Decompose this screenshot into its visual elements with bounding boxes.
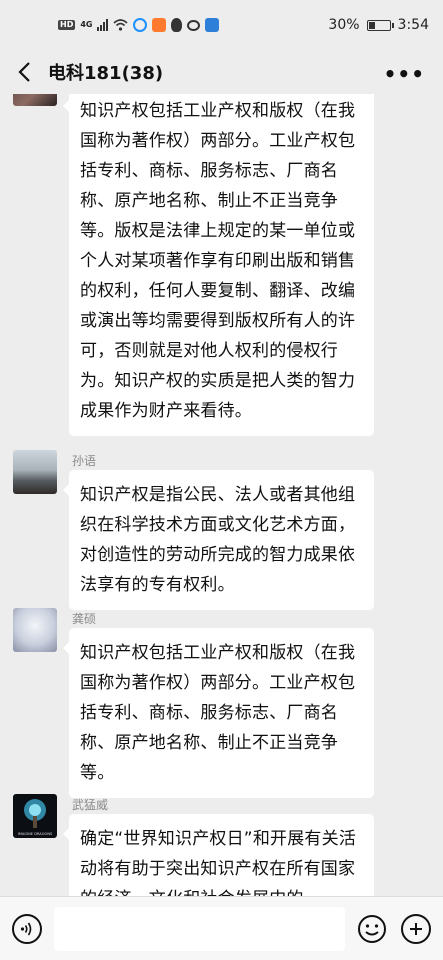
title-bar: 电科181(38) ••• xyxy=(0,50,443,94)
avatar[interactable] xyxy=(13,94,57,106)
message-input[interactable] xyxy=(54,907,345,951)
avatar-caption: IMAGINE DRAGONS xyxy=(18,832,53,836)
sender-name: 武猛威 xyxy=(72,798,109,812)
qq-icon xyxy=(171,18,183,32)
input-bar xyxy=(0,896,443,960)
chat-title: 电科181(38) xyxy=(48,63,164,84)
sender-name: 孙语 xyxy=(72,454,97,468)
hd-indicator: HD xyxy=(58,20,76,30)
avatar-art: IMAGINE DRAGONS xyxy=(18,799,53,836)
message-bubble[interactable]: 知识产权是指公民、法人或者其他组织在科学技术方面或文化艺术方面，对创造性的劳动所… xyxy=(63,470,374,610)
orange-app-icon xyxy=(152,18,167,32)
avatar[interactable] xyxy=(13,608,57,652)
clock: 3:54 xyxy=(397,17,429,33)
back-icon[interactable] xyxy=(2,50,46,94)
message-bubble[interactable]: 知识产权包括工业产权和版权（在我国称为著作权）两部分。工业产权包括专利、商标、服… xyxy=(63,94,374,436)
status-icons: HD 4G xyxy=(58,18,220,32)
network-indicator: 4G xyxy=(80,20,93,29)
emoji-icon[interactable] xyxy=(357,914,387,944)
signal-icon xyxy=(97,19,109,31)
avatar[interactable] xyxy=(13,450,57,494)
plus-icon[interactable] xyxy=(401,914,431,944)
wifi-icon xyxy=(113,19,129,31)
more-icon[interactable]: ••• xyxy=(384,62,425,86)
avatar[interactable]: IMAGINE DRAGONS xyxy=(13,794,57,838)
battery-percent: 30% xyxy=(328,17,360,33)
sender-name: 龚硕 xyxy=(72,612,97,626)
browser-app-icon xyxy=(133,18,148,32)
status-bar: HD 4G 30% 3:54 xyxy=(0,0,443,50)
voice-icon[interactable] xyxy=(12,914,42,944)
status-right: 30% 3:54 xyxy=(328,17,429,33)
message-bubble[interactable]: 确定“世界知识产权日”和开展有关活动将有助于突出知识产权在所有国家的经济、文化和… xyxy=(63,814,374,896)
battery-icon xyxy=(366,19,394,31)
blue-app-icon xyxy=(205,18,220,32)
chat-area[interactable]: 知识产权包括工业产权和版权（在我国称为著作权）两部分。工业产权包括专利、商标、服… xyxy=(0,94,443,896)
message-bubble[interactable]: 知识产权包括工业产权和版权（在我国称为著作权）两部分。工业产权包括专利、商标、服… xyxy=(63,628,374,798)
weibo-icon xyxy=(187,19,201,31)
